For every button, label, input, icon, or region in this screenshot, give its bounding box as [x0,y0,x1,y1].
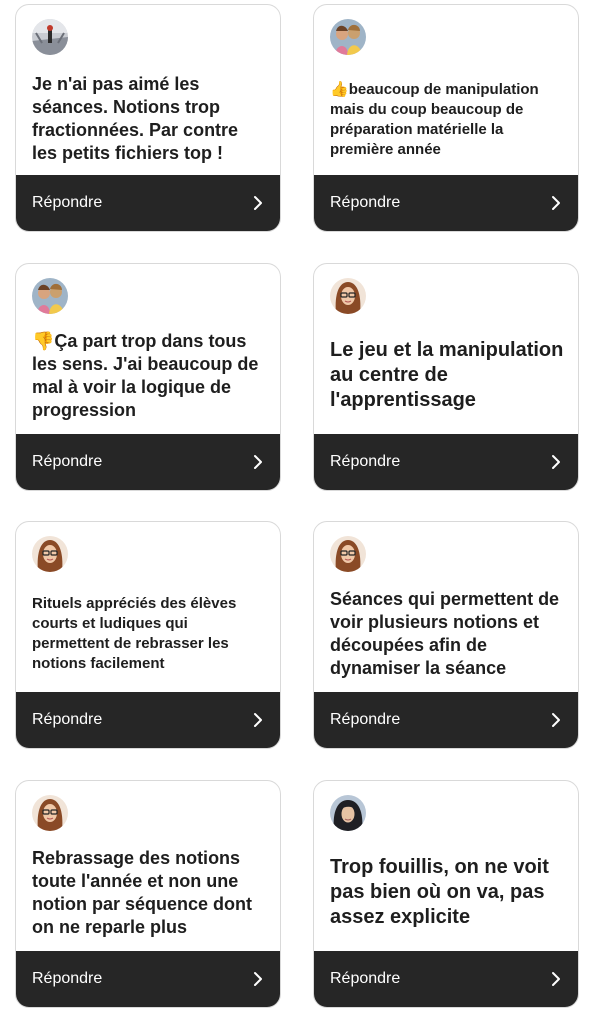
card-body: Séances qui permettent de voir plusieurs… [314,522,578,692]
avatar[interactable] [32,19,68,55]
reply-label: Répondre [330,970,401,987]
reply-button[interactable]: Répondre [16,692,280,748]
card-body: 👎Ça part trop dans tous les sens. J'ai b… [16,264,280,434]
comment-text: 👎Ça part trop dans tous les sens. J'ai b… [32,331,259,420]
comment-text: Le jeu et la manipulation au centre de l… [330,339,564,411]
chevron-right-icon [552,196,560,210]
reply-button[interactable]: Répondre [314,175,578,231]
reply-label: Répondre [32,453,103,470]
comment-text: Rebrassage des notions toute l'année et … [32,848,253,937]
reply-label: Répondre [330,711,401,728]
card-body: Le jeu et la manipulation au centre de l… [314,264,578,434]
card-body: Rebrassage des notions toute l'année et … [16,781,280,951]
avatar[interactable] [32,536,68,572]
chevron-right-icon [254,713,262,727]
reply-label: Répondre [32,711,103,728]
comment-card: Trop fouillis, on ne voit pas bien où on… [313,780,579,1008]
chevron-right-icon [552,713,560,727]
comment-text: Rituels appréciés des élèves courts et l… [32,595,237,672]
avatar[interactable] [32,278,68,314]
reply-label: Répondre [330,453,401,470]
comment-card: Rituels appréciés des élèves courts et l… [15,521,281,749]
comment-text: Trop fouillis, on ne voit pas bien où on… [330,856,549,928]
reply-label: Répondre [32,970,103,987]
chevron-right-icon [254,196,262,210]
card-body: 👍beaucoup de manipulation mais du coup b… [314,5,578,175]
avatar[interactable] [330,19,366,55]
reply-label: Répondre [32,194,103,211]
reply-button[interactable]: Répondre [16,175,280,231]
reply-button[interactable]: Répondre [16,951,280,1007]
comment-card: 👍beaucoup de manipulation mais du coup b… [313,4,579,232]
avatar[interactable] [330,278,366,314]
comment-card: Je n'ai pas aimé les séances. Notions tr… [15,4,281,232]
chevron-right-icon [254,455,262,469]
reply-button[interactable]: Répondre [314,951,578,1007]
thumbs-up-icon: 👍 [330,80,349,98]
avatar[interactable] [32,795,68,831]
avatar[interactable] [330,795,366,831]
avatar[interactable] [330,536,366,572]
chevron-right-icon [552,455,560,469]
reply-label: Répondre [330,194,401,211]
card-body: Rituels appréciés des élèves courts et l… [16,522,280,692]
comment-card: Rebrassage des notions toute l'année et … [15,780,281,1008]
comment-card: 👎Ça part trop dans tous les sens. J'ai b… [15,263,281,491]
reply-button[interactable]: Répondre [314,434,578,490]
comment-text: Je n'ai pas aimé les séances. Notions tr… [32,74,239,163]
comment-card: Le jeu et la manipulation au centre de l… [313,263,579,491]
card-body: Trop fouillis, on ne voit pas bien où on… [314,781,578,951]
card-body: Je n'ai pas aimé les séances. Notions tr… [16,5,280,175]
chevron-right-icon [552,972,560,986]
comment-text: 👍beaucoup de manipulation mais du coup b… [330,80,539,158]
reply-button[interactable]: Répondre [314,692,578,748]
thumbs-down-icon: 👎 [32,331,55,352]
comment-text: Séances qui permettent de voir plusieurs… [330,589,560,678]
comment-card: Séances qui permettent de voir plusieurs… [313,521,579,749]
chevron-right-icon [254,972,262,986]
reply-button[interactable]: Répondre [16,434,280,490]
